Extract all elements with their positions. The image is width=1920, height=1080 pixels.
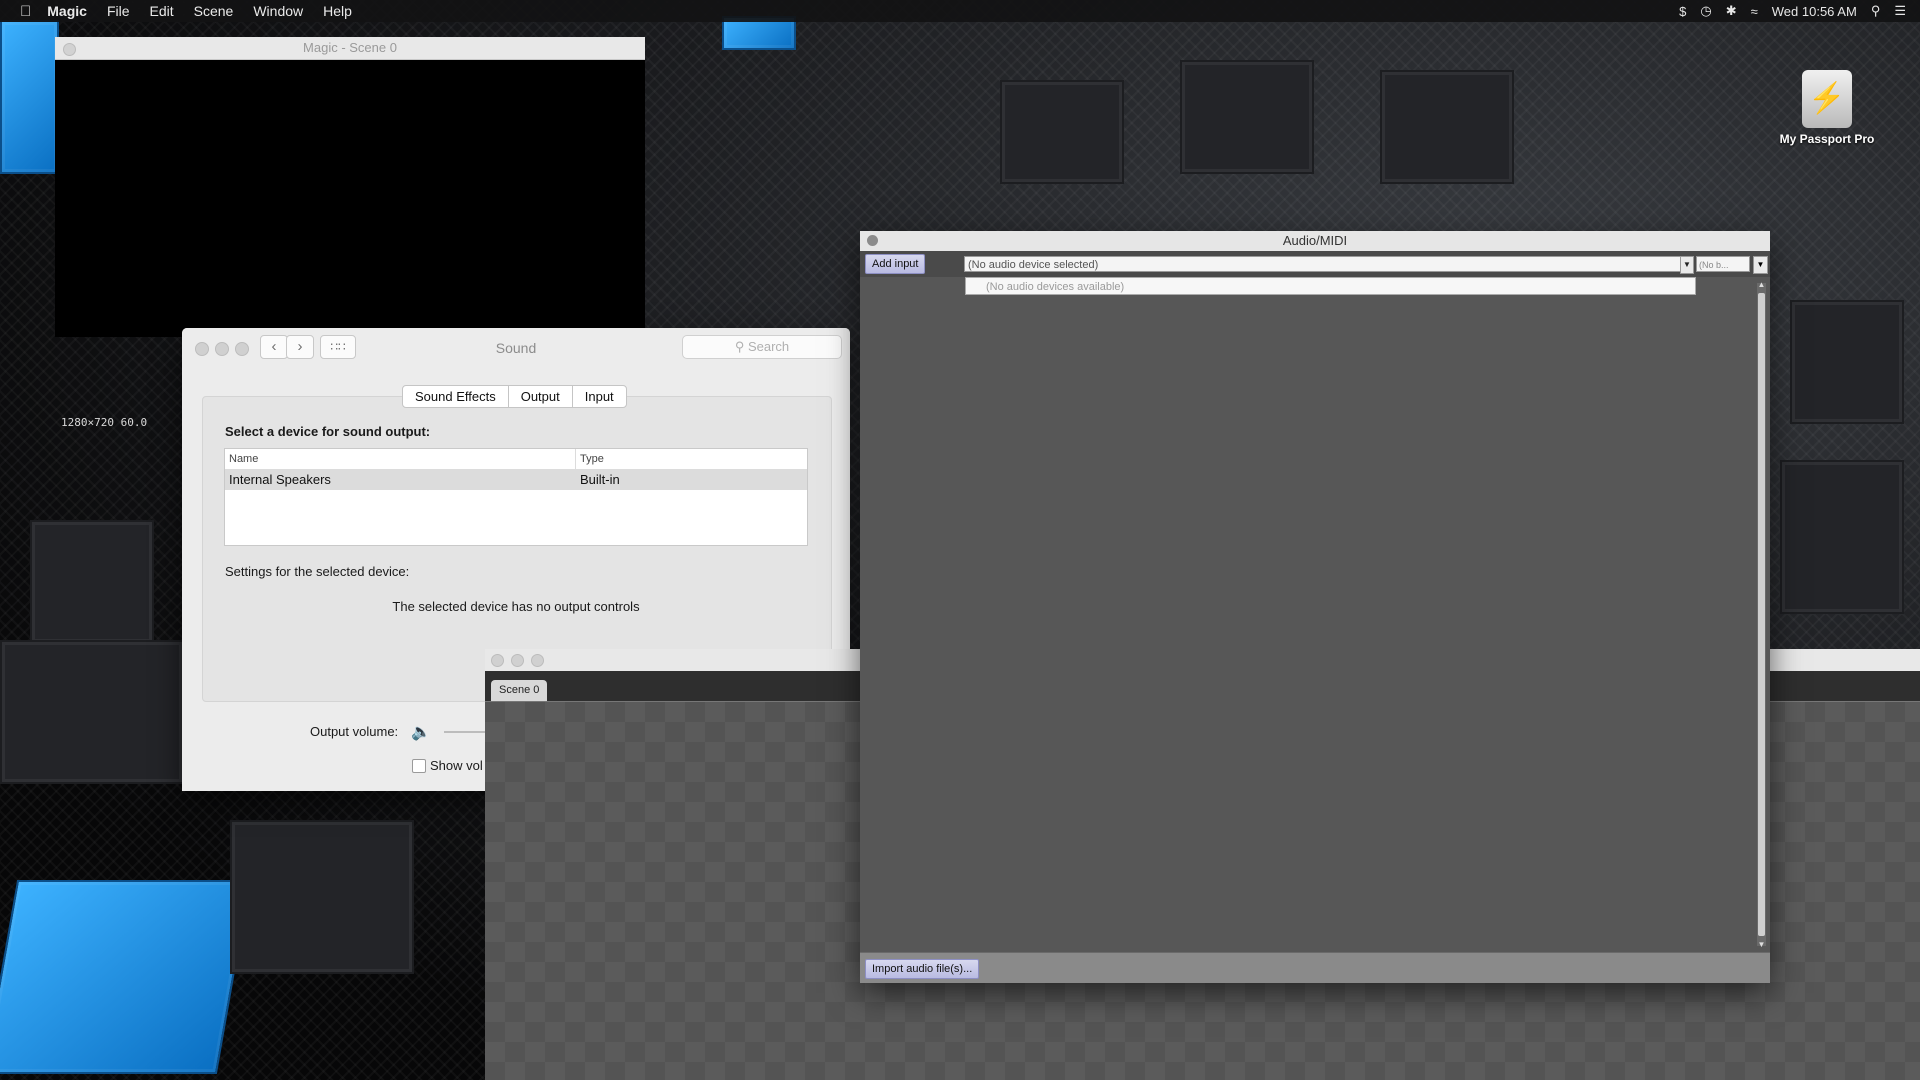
notification-center-icon[interactable]: ☰ <box>1894 3 1906 19</box>
show-volume-label: Show vol <box>430 758 483 773</box>
show-volume-checkbox-row[interactable]: Show vol <box>412 758 483 773</box>
desktop-drive[interactable]: ⚡ My Passport Pro <box>1772 70 1882 146</box>
vertical-scrollbar[interactable]: ▲ ▼ <box>1757 280 1766 949</box>
desktop-decor <box>1780 460 1904 614</box>
audio-buffer-select[interactable]: (No b... <box>1696 256 1750 272</box>
output-volume-label: Output volume: <box>310 724 399 739</box>
sound-tabs: Sound Effects Output Input <box>402 385 627 408</box>
apple-menu-icon[interactable]:  <box>0 3 37 20</box>
output-device-table: Name Type Internal Speakers Built-in <box>224 448 808 546</box>
spotlight-search-icon[interactable]: ⚲ <box>1871 3 1881 19</box>
menu-clock[interactable]: Wed 10:56 AM <box>1772 4 1857 19</box>
table-row[interactable]: Internal Speakers Built-in <box>225 470 807 490</box>
search-placeholder: Search <box>747 339 790 354</box>
menu-app-name[interactable]: Magic <box>37 0 97 22</box>
dollar-status-icon[interactable]: $ <box>1679 4 1686 19</box>
sound-window-titlebar[interactable]: ‹ › ∷∷ Sound ⚲ Search <box>182 328 850 368</box>
menu-file[interactable]: File <box>97 0 140 22</box>
device-name-cell: Internal Speakers <box>225 470 576 490</box>
output-device-heading: Select a device for sound output: <box>225 424 431 439</box>
desktop-decor <box>1000 80 1124 184</box>
magic-scene-window: Magic - Scene 0 <box>55 37 645 337</box>
column-name[interactable]: Name <box>225 449 576 469</box>
tab-input[interactable]: Input <box>573 386 626 407</box>
wifi-icon[interactable]: ≈ <box>1751 4 1758 19</box>
close-window-icon[interactable] <box>63 43 76 56</box>
add-input-button[interactable]: Add input <box>865 254 926 274</box>
desktop-decor <box>1380 70 1514 184</box>
desktop-decor <box>0 20 59 174</box>
search-field[interactable]: ⚲ Search <box>682 335 842 359</box>
close-window-icon[interactable] <box>491 654 504 667</box>
audio-device-select[interactable]: (No audio device selected) ▼ <box>964 256 1694 274</box>
show-volume-checkbox[interactable] <box>412 758 426 773</box>
tab-scene-0[interactable]: Scene 0 <box>491 680 548 701</box>
menu-bar:  Magic File Edit Scene Window Help $ ◷ … <box>0 0 1920 22</box>
audio-toolbar: Add input (No audio device selected) ▼ (… <box>860 251 1770 277</box>
audio-device-select-value: (No audio device selected) <box>968 259 1099 271</box>
table-header: Name Type <box>225 449 807 470</box>
desktop-decor <box>1790 300 1904 424</box>
chevron-down-icon[interactable]: ▼ <box>1680 256 1694 274</box>
tab-sound-effects[interactable]: Sound Effects <box>403 386 509 407</box>
audio-window-title: Audio/MIDI <box>1282 233 1348 248</box>
desktop-decor <box>0 880 252 1074</box>
audio-device-dropdown-item[interactable]: (No audio devices available) <box>965 277 1696 295</box>
magic-window-titlebar[interactable]: Magic - Scene 0 <box>55 37 645 60</box>
audio-window-titlebar[interactable]: Audio/MIDI <box>860 231 1770 251</box>
menu-edit[interactable]: Edit <box>140 0 184 22</box>
import-audio-files-button[interactable]: Import audio file(s)... <box>865 959 980 979</box>
scroll-down-icon[interactable]: ▼ <box>1757 940 1766 949</box>
tab-output[interactable]: Output <box>509 386 573 407</box>
device-type-cell: Built-in <box>580 472 620 487</box>
desktop-decor <box>0 640 184 784</box>
close-window-icon[interactable] <box>867 235 878 246</box>
audio-buffer-select-value: (No b... <box>1699 260 1729 270</box>
menu-window[interactable]: Window <box>243 0 313 22</box>
minimize-window-icon[interactable] <box>511 654 524 667</box>
desktop-decor <box>30 520 154 644</box>
desktop-decor <box>230 820 414 974</box>
resolution-info: 1280×720 60.0 <box>61 416 148 429</box>
scrollbar-thumb[interactable] <box>1758 293 1765 936</box>
column-type[interactable]: Type <box>576 449 807 469</box>
settings-label: Settings for the selected device: <box>225 564 410 579</box>
magic-window-title: Magic - Scene 0 <box>303 40 397 55</box>
menu-help[interactable]: Help <box>313 0 362 22</box>
desktop-decor <box>1180 60 1314 174</box>
audio-footer: Import audio file(s)... <box>860 952 1770 983</box>
bluetooth-icon[interactable]: ✱ <box>1726 3 1737 19</box>
drive-label: My Passport Pro <box>1779 132 1875 146</box>
zoom-window-icon[interactable] <box>531 654 544 667</box>
time-machine-icon[interactable]: ◷ <box>1700 3 1711 19</box>
speaker-icon: 🔈 <box>411 724 431 741</box>
no-controls-message: The selected device has no output contro… <box>392 599 640 614</box>
scroll-up-icon[interactable]: ▲ <box>1757 280 1766 289</box>
menu-scene[interactable]: Scene <box>184 0 244 22</box>
external-drive-icon[interactable]: ⚡ <box>1802 70 1852 128</box>
audio-midi-window: Audio/MIDI Add input (No audio device se… <box>860 231 1770 983</box>
chevron-down-icon[interactable]: ▼ <box>1753 256 1768 274</box>
